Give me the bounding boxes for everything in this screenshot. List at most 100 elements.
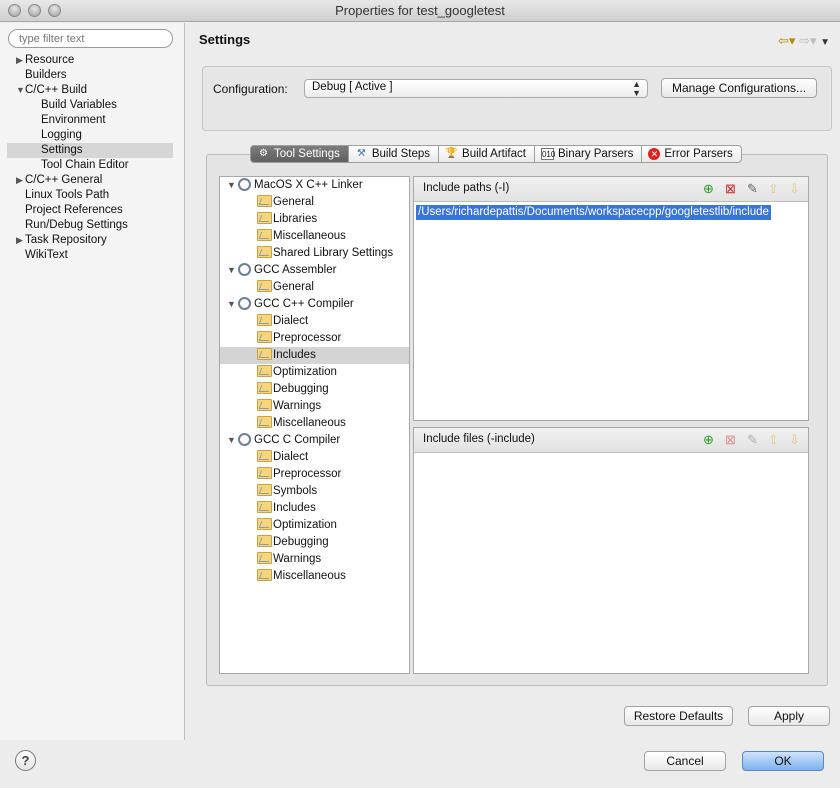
tree-option-node[interactable]: Includes [220,500,409,517]
move-down-icon[interactable]: ⇩ [786,180,803,197]
expand-icon[interactable]: ▶ [16,233,24,248]
sidebar-item-label: Build Variables [41,99,117,111]
tree-tool-node[interactable]: ▼ GCC Assembler [220,262,409,279]
tree-option-node[interactable]: Dialect [220,313,409,330]
sidebar-item[interactable]: ▶ Resource [7,53,173,68]
move-down-icon[interactable]: ⇩ [786,431,803,448]
tab-build-artifact[interactable]: 🏆 Build Artifact [439,145,535,163]
cancel-button[interactable]: Cancel [644,751,726,771]
move-up-icon[interactable]: ⇧ [765,431,782,448]
collapse-icon[interactable]: ▼ [227,177,238,194]
options-folder-icon [257,535,272,547]
tree-option-node[interactable]: Shared Library Settings [220,245,409,262]
include-path-item[interactable]: /Users/richardepattis/Documents/workspac… [416,205,771,220]
sidebar-item[interactable]: Run/Debug Settings [7,218,173,233]
tree-option-node[interactable]: Optimization [220,364,409,381]
sidebar-item[interactable]: ▼ C/C++ Build [7,83,173,98]
tab-error-parsers[interactable]: ✕ Error Parsers [642,145,742,163]
tree-node-label: General [273,196,314,208]
delete-icon[interactable]: ⊠ [722,180,739,197]
apply-button[interactable]: Apply [748,706,830,726]
tree-node-label: GCC C++ Compiler [254,298,354,310]
tree-option-node[interactable]: Miscellaneous [220,228,409,245]
sidebar-item-label: WikiText [25,249,68,261]
sidebar-item[interactable]: Builders [7,68,173,83]
configuration-select[interactable]: Debug [ Active ] ▲ ▼ [304,79,648,98]
expand-icon[interactable]: ▶ [16,173,24,188]
tool-gear-icon [238,178,251,191]
sidebar-item[interactable]: Project References [7,203,173,218]
sidebar-item[interactable]: Settings [7,143,173,158]
tree-option-node[interactable]: Includes [220,347,409,364]
filter-input[interactable] [8,29,173,48]
options-folder-icon [257,314,272,326]
tree-option-node[interactable]: General [220,194,409,211]
delete-icon[interactable]: ⊠ [722,431,739,448]
tab-label: Error Parsers [664,148,733,160]
tree-option-node[interactable]: Miscellaneous [220,415,409,432]
tree-tool-node[interactable]: ▼ MacOS X C++ Linker [220,177,409,194]
collapse-icon[interactable]: ▼ [16,83,25,98]
page-header: Settings ⇦▾ ⇨▾ ▼ [186,23,840,57]
help-icon[interactable]: ? [15,750,36,771]
sidebar-item[interactable]: ▶ Task Repository [7,233,173,248]
move-up-icon[interactable]: ⇧ [765,180,782,197]
tree-option-node[interactable]: Preprocessor [220,330,409,347]
tree-option-node[interactable]: Preprocessor [220,466,409,483]
include-files-header: Include files (-include) ⊕ ⊠ ✎ ⇧ ⇩ [414,428,808,453]
add-icon[interactable]: ⊕ [700,180,717,197]
tree-option-node[interactable]: General [220,279,409,296]
build-steps-icon: ⚒ [356,148,366,159]
tree-option-node[interactable]: Symbols [220,483,409,500]
edit-icon[interactable]: ✎ [744,180,761,197]
sidebar-item[interactable]: ▶ C/C++ General [7,173,173,188]
tree-tool-node[interactable]: ▼ GCC C++ Compiler [220,296,409,313]
tool-gear-icon [238,433,251,446]
forward-icon[interactable]: ⇨▾ [799,33,816,48]
title-bar: Properties for test_googletest [0,0,840,22]
tool-settings-icon: ⚙ [259,148,268,159]
tree-node-label: Includes [273,502,316,514]
collapse-icon[interactable]: ▼ [227,432,238,449]
collapse-icon[interactable]: ▼ [227,262,238,279]
tree-option-node[interactable]: Debugging [220,534,409,551]
sidebar-item[interactable]: Environment [7,113,173,128]
binary-icon: 010 [540,148,556,160]
tool-gear-icon [238,263,251,276]
tree-option-node[interactable]: Warnings [220,398,409,415]
back-icon[interactable]: ⇦▾ [778,33,795,48]
ok-button[interactable]: OK [742,751,824,771]
tab-build-steps[interactable]: ⚒ Build Steps [348,145,440,163]
sidebar-item-label: Linux Tools Path [25,189,110,201]
tab-binary-parsers[interactable]: 010 Binary Parsers [534,145,643,163]
tree-node-label: Miscellaneous [273,570,346,582]
collapse-icon[interactable]: ▼ [227,296,238,313]
restore-defaults-button[interactable]: Restore Defaults [624,706,733,726]
add-icon[interactable]: ⊕ [700,431,717,448]
configuration-group [202,66,832,131]
sidebar-item-label: Resource [25,54,75,66]
configuration-value: Debug [ Active ] [312,81,393,93]
sidebar-item[interactable]: Build Variables [7,98,173,113]
sidebar-item[interactable]: Logging [7,128,173,143]
tool-tree: ▼ MacOS X C++ Linker General Libraries Misce… [219,176,410,674]
tree-node-label: Symbols [273,485,318,497]
tree-option-node[interactable]: Debugging [220,381,409,398]
sidebar-item[interactable]: WikiText [7,248,173,263]
window-title: Properties for test_googletest [335,3,505,18]
tree-option-node[interactable]: Optimization [220,517,409,534]
options-folder-icon [257,399,272,411]
tree-option-node[interactable]: Dialect [220,449,409,466]
tab-label: Build Artifact [462,148,526,160]
view-menu-icon[interactable]: ▼ [820,37,830,48]
sidebar-item[interactable]: Linux Tools Path [7,188,173,203]
tree-option-node[interactable]: Miscellaneous [220,568,409,585]
tab-tool-settings[interactable]: ⚙ Tool Settings [250,145,349,163]
tree-option-node[interactable]: Libraries [220,211,409,228]
manage-configurations-button[interactable]: Manage Configurations... [661,78,817,98]
sidebar-item[interactable]: Tool Chain Editor [7,158,173,173]
edit-icon[interactable]: ✎ [744,431,761,448]
expand-icon[interactable]: ▶ [16,53,24,68]
tree-option-node[interactable]: Warnings [220,551,409,568]
tree-tool-node[interactable]: ▼ GCC C Compiler [220,432,409,449]
